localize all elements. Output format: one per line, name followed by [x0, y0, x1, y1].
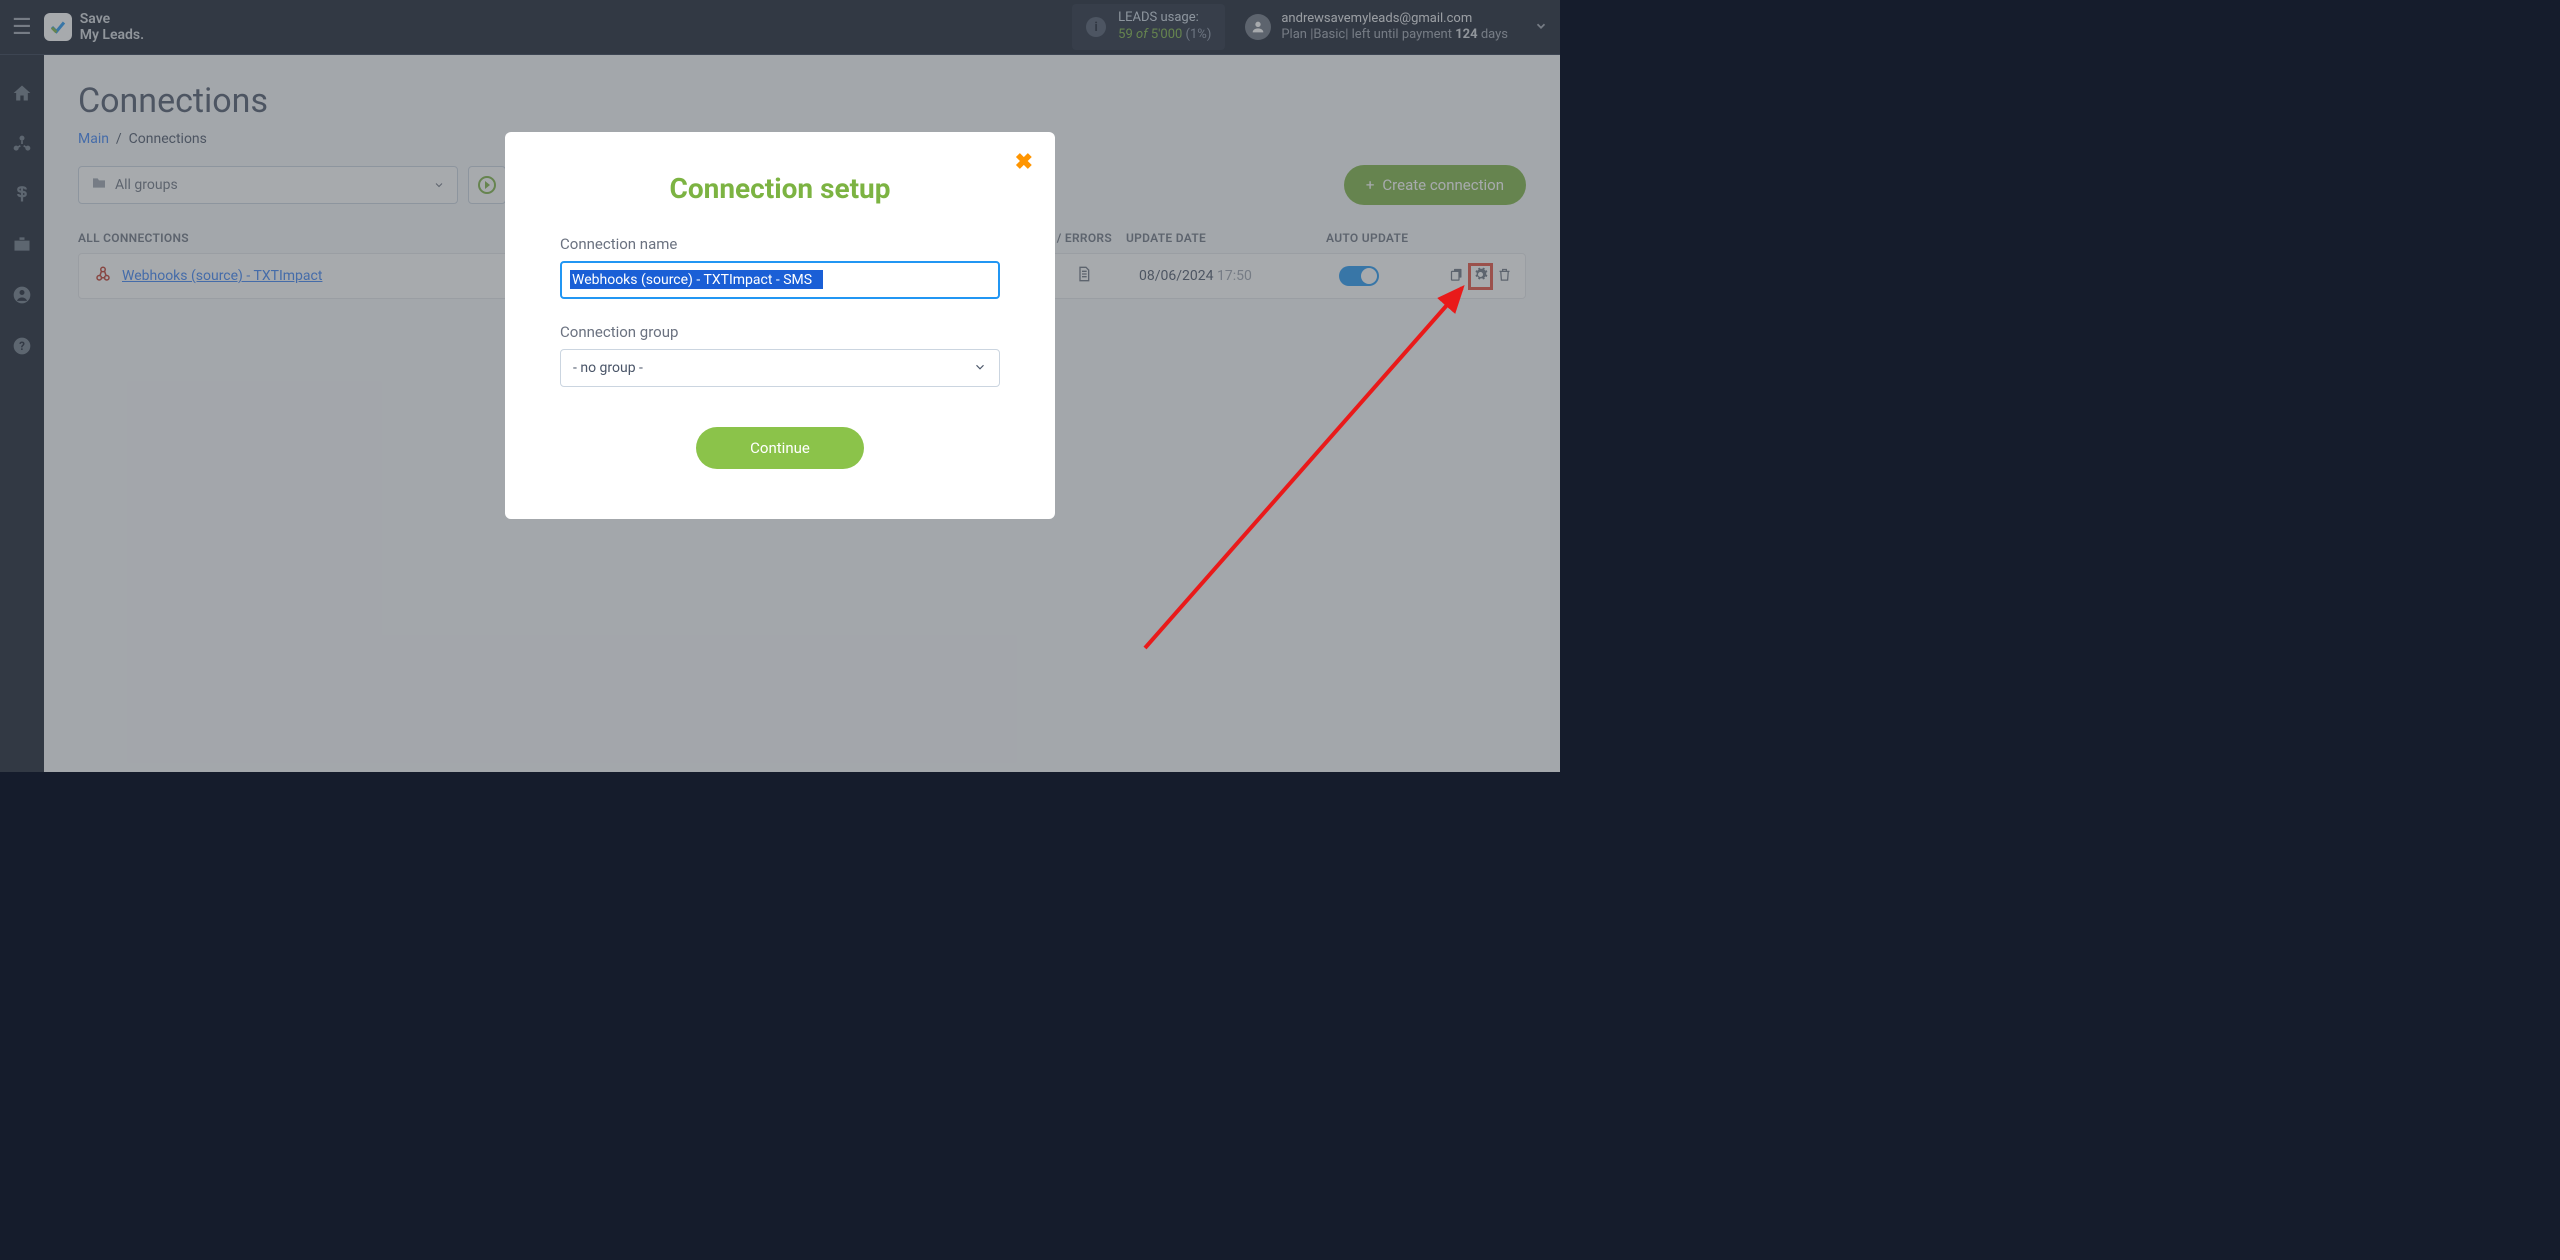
continue-button[interactable]: Continue [696, 427, 864, 469]
group-select-value: - no group - [573, 360, 973, 376]
close-icon[interactable]: ✖ [1015, 150, 1033, 175]
connection-name-input[interactable] [560, 261, 1000, 299]
modal-overlay[interactable]: ✖ Connection setup Connection name Conne… [0, 0, 1560, 772]
group-field-label: Connection group [560, 323, 1000, 341]
connection-setup-modal: ✖ Connection setup Connection name Conne… [505, 132, 1055, 519]
connection-group-select[interactable]: - no group - [560, 349, 1000, 387]
name-field-label: Connection name [560, 235, 1000, 253]
chevron-down-icon [973, 359, 987, 378]
modal-title: Connection setup [560, 172, 1000, 205]
